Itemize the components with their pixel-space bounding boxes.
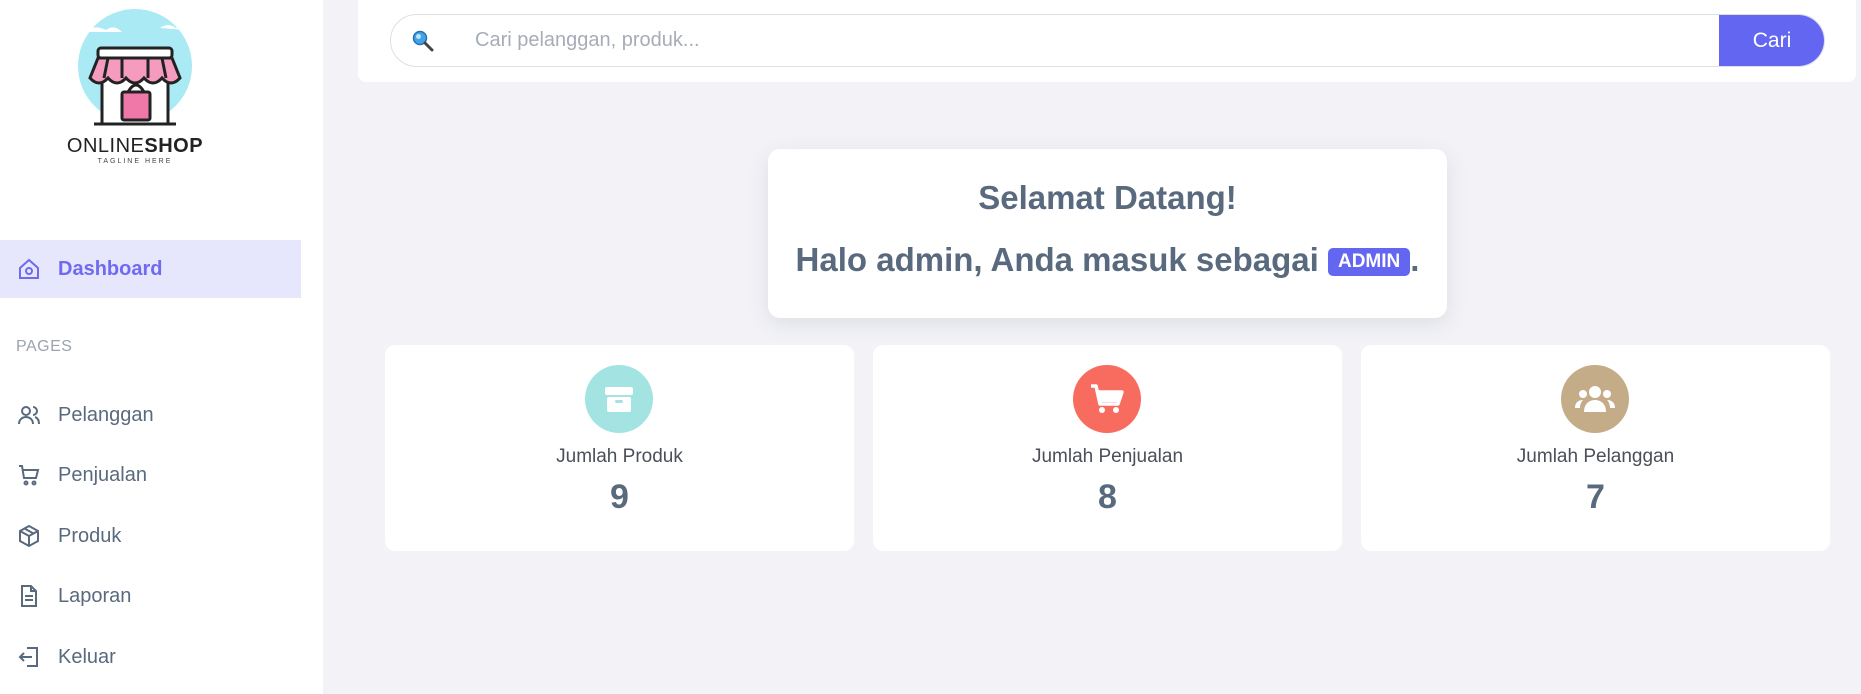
- sidebar-item-keluar[interactable]: Keluar: [0, 628, 301, 686]
- logo-tagline: TAGLINE HERE: [97, 158, 173, 165]
- search-form: Cari: [390, 14, 1825, 67]
- users-icon: [1561, 365, 1629, 433]
- sidebar-item-produk[interactable]: Produk: [0, 507, 301, 565]
- stat-card-pelanggan[interactable]: Jumlah Pelanggan 7: [1361, 345, 1830, 551]
- stat-value: 8: [1098, 478, 1117, 516]
- welcome-title: Selamat Datang!: [978, 179, 1237, 216]
- stat-value: 7: [1586, 478, 1605, 516]
- logout-icon: [16, 644, 42, 670]
- stat-label: Jumlah Penjualan: [1031, 446, 1184, 467]
- search-input[interactable]: [475, 15, 1715, 66]
- welcome-greeting: Halo admin, Anda masuk sebagai ADMIN.: [768, 241, 1447, 279]
- stat-card-produk[interactable]: Jumlah Produk 9: [385, 345, 854, 551]
- box-icon: [16, 523, 42, 549]
- sidebar-item-label: Produk: [58, 524, 122, 547]
- stat-value: 9: [610, 478, 629, 516]
- cart-icon: [16, 462, 42, 488]
- cart-icon: [1073, 365, 1141, 433]
- logo-wordmark: ONLINESHOP: [66, 135, 204, 157]
- sidebar-item-pelanggan[interactable]: Pelanggan: [0, 386, 301, 444]
- box-icon: [585, 365, 653, 433]
- stat-card-penjualan[interactable]: Jumlah Penjualan 8: [873, 345, 1342, 551]
- greeting-text: Halo admin, Anda masuk sebagai: [795, 241, 1319, 278]
- sidebar-item-label: Pelanggan: [58, 403, 154, 426]
- role-badge: ADMIN: [1327, 248, 1411, 276]
- greeting-suffix: .: [1410, 241, 1420, 278]
- document-icon: [16, 583, 42, 609]
- sidebar-item-label: Keluar: [58, 645, 116, 668]
- stat-label: Jumlah Produk: [556, 446, 683, 467]
- stat-label: Jumlah Pelanggan: [1516, 446, 1675, 467]
- welcome-card: Selamat Datang! Halo admin, Anda masuk s…: [768, 149, 1447, 318]
- search-icon: [411, 29, 435, 53]
- section-label-pages: PAGES: [16, 338, 73, 355]
- sidebar-item-penjualan[interactable]: Penjualan: [0, 446, 301, 504]
- home-icon: [16, 256, 42, 282]
- sidebar-item-label: Penjualan: [58, 463, 147, 486]
- sidebar-item-laporan[interactable]: Laporan: [0, 567, 301, 625]
- storefront-logo-icon: [78, 9, 192, 126]
- sidebar-item-label: Dashboard: [58, 257, 163, 280]
- sidebar-item-dashboard[interactable]: Dashboard: [0, 240, 301, 298]
- search-button[interactable]: Cari: [1719, 15, 1824, 66]
- sidebar: ONLINESHOP TAGLINE HERE Dashboard PAGES …: [0, 0, 323, 694]
- shop-logo[interactable]: ONLINESHOP TAGLINE HERE: [60, 8, 210, 168]
- sidebar-item-label: Laporan: [58, 584, 132, 607]
- users-icon: [16, 402, 42, 428]
